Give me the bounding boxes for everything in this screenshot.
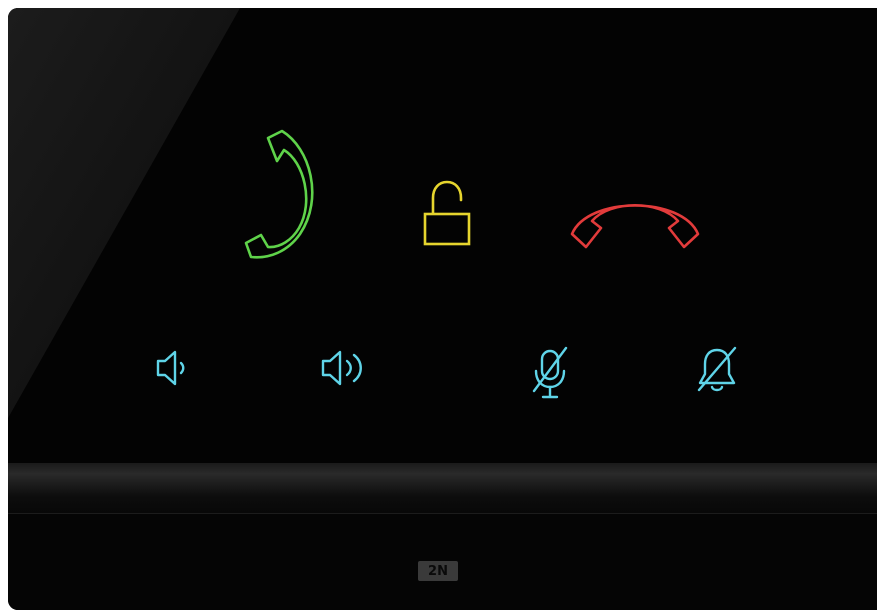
- volume-high-icon: [321, 350, 362, 386]
- brand-logo: 2N: [418, 561, 458, 581]
- brand-logo-text: 2N: [428, 563, 448, 579]
- hang-up-button[interactable]: [568, 184, 702, 250]
- answer-call-button[interactable]: [218, 129, 314, 260]
- volume-down-button[interactable]: [156, 348, 192, 388]
- touch-panel: [8, 8, 877, 463]
- phone-hangup-icon: [570, 204, 700, 249]
- volume-low-icon: [156, 350, 185, 386]
- mute-microphone-button[interactable]: [530, 345, 570, 399]
- phone-answer-icon: [244, 129, 314, 259]
- unlock-icon: [423, 180, 471, 246]
- bell-off-icon: [697, 346, 737, 392]
- intercom-device: [8, 8, 877, 610]
- mute-ringtone-button[interactable]: [695, 346, 739, 394]
- volume-up-button[interactable]: [321, 348, 371, 388]
- microphone-off-icon: [532, 346, 568, 399]
- unlock-door-button[interactable]: [423, 178, 471, 248]
